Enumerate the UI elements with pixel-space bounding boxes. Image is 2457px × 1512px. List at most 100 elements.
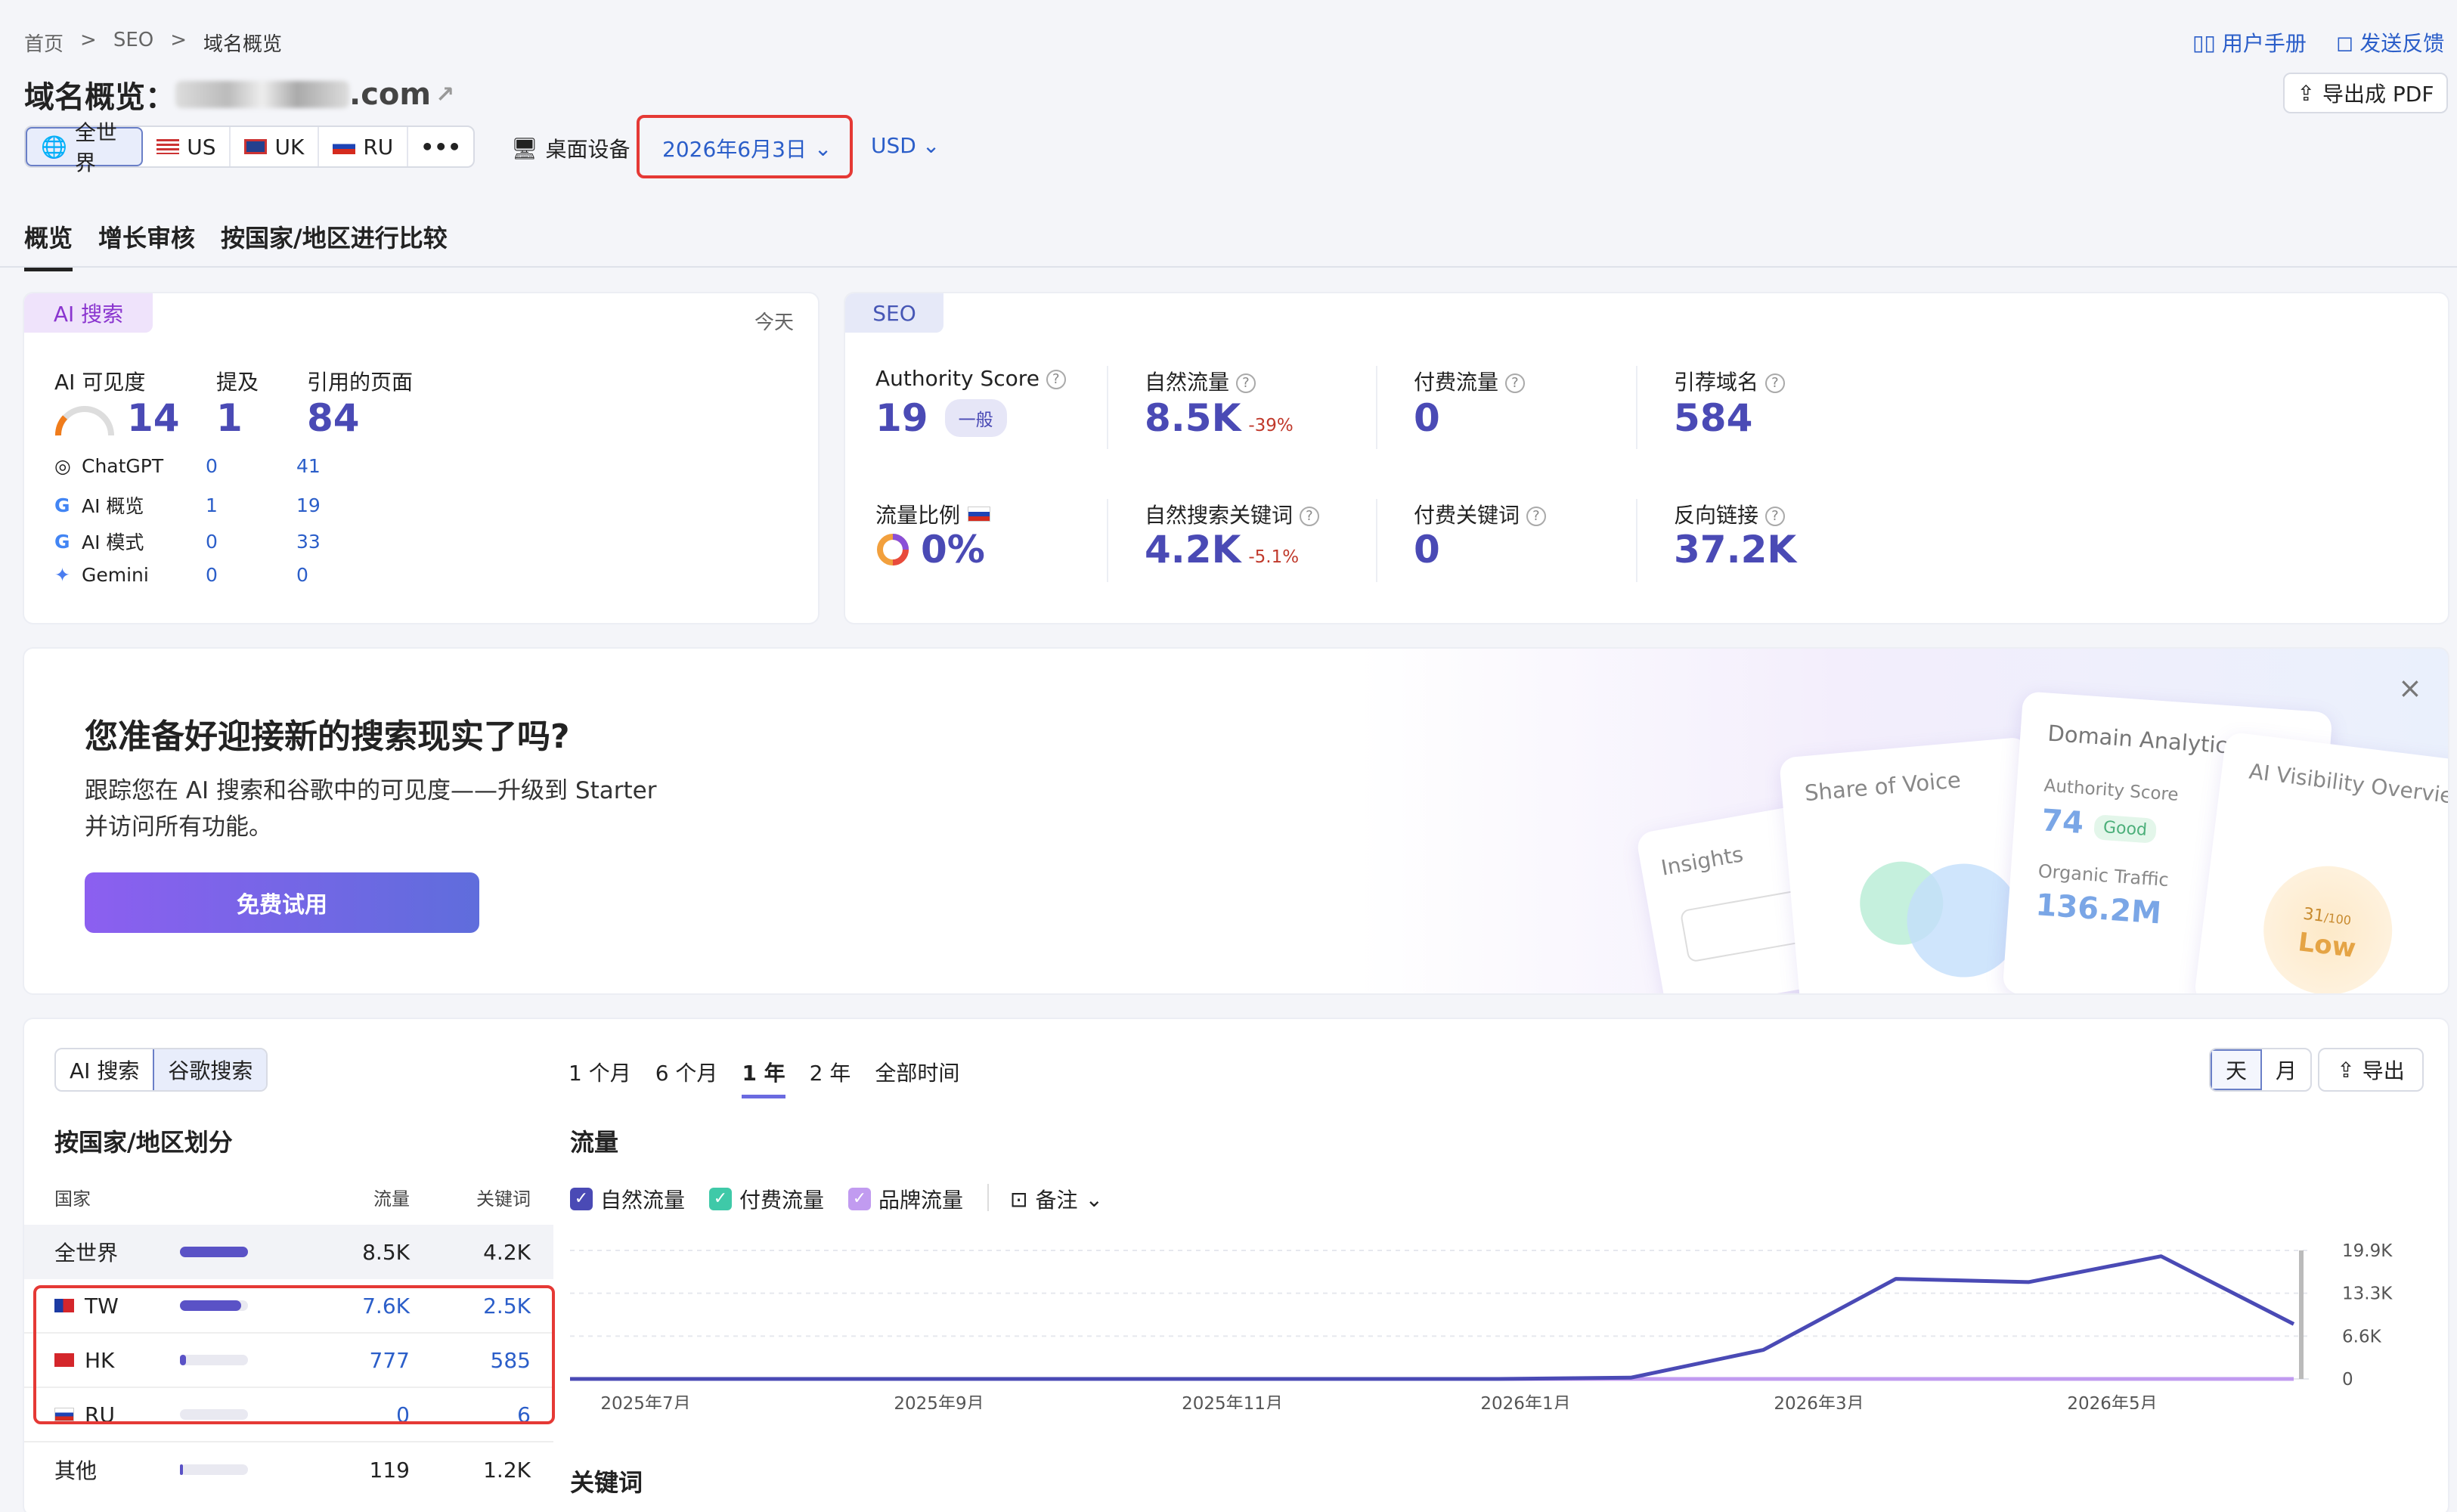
uk-flag-icon [244, 139, 268, 154]
organic-change: -39% [1248, 416, 1294, 435]
metric-divider [1107, 366, 1108, 449]
ai-search-badge: AI 搜索 [24, 293, 153, 333]
period-2y[interactable]: 2 年 [810, 1057, 851, 1098]
mentions-cell[interactable]: 1 [206, 494, 296, 516]
device-selector[interactable]: 🖥 桌面设备 [511, 133, 631, 163]
visibility-header: AI 可见度 [54, 370, 146, 395]
notes-dropdown[interactable]: ⊡ 备注 ⌄ [1010, 1184, 1103, 1214]
authority-label: Authority Score [2043, 776, 2180, 805]
cited-cell[interactable]: 19 [296, 494, 321, 516]
organic-keywords-label: 自然搜索关键词 ? [1145, 499, 1319, 529]
breadcrumb-seo[interactable]: SEO [113, 29, 153, 57]
tab-growth-audit[interactable]: 增长审核 [98, 219, 195, 271]
period-6m[interactable]: 6 个月 [655, 1057, 718, 1098]
ai-vis-gauge [2256, 858, 2400, 993]
checkbox-icon: ✓ [709, 1188, 732, 1210]
seo-badge: SEO [845, 293, 943, 333]
help-icon[interactable]: ? [1765, 507, 1785, 526]
help-icon[interactable]: ? [1046, 370, 1066, 389]
tab-overview[interactable]: 概览 [24, 219, 73, 271]
help-icon[interactable]: ? [1299, 507, 1319, 526]
region-ru[interactable]: RU [319, 127, 409, 166]
help-icon[interactable]: ? [1765, 373, 1785, 393]
cited-cell[interactable]: 0 [296, 564, 308, 586]
region-global[interactable]: 🌐 全世界 [26, 120, 144, 175]
paid-traffic-value[interactable]: 0 [1414, 396, 1440, 440]
period-1m[interactable]: 1 个月 [569, 1057, 631, 1098]
cited-pages-value[interactable]: 84 [307, 396, 360, 440]
mentions-cell[interactable]: 0 [206, 564, 296, 586]
help-icon[interactable]: ? [1235, 373, 1256, 393]
platform-row: G AI 模式 0 33 [54, 530, 321, 554]
granularity-day[interactable]: 天 [2211, 1049, 2263, 1090]
legend-branded[interactable]: ✓ 品牌流量 [848, 1184, 963, 1214]
organic-traffic-metric[interactable]: 8.5K -39% [1145, 396, 1294, 440]
cited-cell[interactable]: 41 [296, 455, 321, 477]
mentions-cell[interactable]: 0 [206, 531, 296, 553]
feedback-link[interactable]: ◻ 发送反馈 [2336, 27, 2444, 57]
period-1y[interactable]: 1 年 [742, 1057, 785, 1098]
metric-divider [1636, 366, 1637, 449]
google-icon: G [54, 530, 70, 553]
chevron-down-icon: ⌄ [1085, 1186, 1103, 1212]
close-icon[interactable]: × [2398, 671, 2422, 705]
more-regions-button[interactable]: ••• [408, 135, 473, 160]
table-row[interactable]: 全世界 8.5K 4.2K [24, 1225, 553, 1279]
highlight-box [33, 1285, 555, 1424]
traffic-share-label: 流量比例 [875, 499, 991, 529]
region-us[interactable]: US [143, 127, 231, 166]
mentions-cell[interactable]: 0 [206, 455, 296, 477]
paid-keywords-value[interactable]: 0 [1414, 528, 1440, 572]
x-tick-label: 2026年3月 [1774, 1394, 1864, 1409]
globe-icon: 🌐 [41, 134, 67, 160]
series-line-organic[interactable] [570, 1254, 2295, 1381]
tab-google-search[interactable]: 谷歌搜索 [153, 1049, 267, 1090]
chevron-right-icon: > [170, 29, 187, 51]
mentions-value[interactable]: 1 [216, 396, 243, 440]
period-all[interactable]: 全部时间 [875, 1057, 959, 1098]
google-icon: G [54, 494, 70, 516]
granularity-month[interactable]: 月 [2262, 1049, 2310, 1090]
legend-paid[interactable]: ✓ 付费流量 [709, 1184, 824, 1214]
ru-flag-icon [333, 139, 356, 154]
free-trial-button[interactable]: 免费试用 [85, 872, 479, 933]
gemini-icon: ✦ [54, 564, 70, 586]
currency-selector[interactable]: USD ⌄ [871, 133, 940, 158]
x-tick-label: 2026年1月 [1480, 1394, 1570, 1409]
divider [0, 266, 2457, 268]
region-uk[interactable]: UK [231, 127, 320, 166]
granularity-toggle: 天 月 [2209, 1048, 2313, 1092]
platform-row: ✦ Gemini 0 0 [54, 564, 308, 586]
organic-keywords-metric[interactable]: 4.2K -5.1% [1145, 528, 1299, 572]
export-button[interactable]: ⇪ 导出 [2318, 1048, 2424, 1092]
domain-blurred [175, 81, 349, 108]
breadcrumb-home[interactable]: 首页 [24, 29, 64, 57]
export-pdf-button[interactable]: ⇪ 导出成 PDF [2283, 73, 2448, 113]
organic-keywords-change: -5.1% [1248, 547, 1300, 567]
authority-metric: 19 一般 [875, 396, 1007, 440]
backlinks-value[interactable]: 37.2K [1674, 528, 1796, 572]
cited-cell[interactable]: 33 [296, 531, 321, 553]
organic-traffic-label: 自然流量 ? [1145, 366, 1256, 396]
tab-country-compare[interactable]: 按国家/地区进行比较 [221, 219, 448, 271]
cited-pages-header: 引用的页面 [307, 370, 414, 395]
ai-vis-score-max: /100 [2323, 910, 2353, 928]
help-icon[interactable]: ? [1526, 507, 1546, 526]
metric-divider [1376, 366, 1377, 449]
table-row[interactable]: 其他 119 1.2K [24, 1442, 553, 1497]
legend-organic[interactable]: ✓ 自然流量 [570, 1184, 685, 1214]
platform-row: ◎ ChatGPT 0 41 [54, 455, 321, 477]
external-link-icon[interactable]: ↗ [435, 82, 454, 108]
referring-domains-value[interactable]: 584 [1674, 396, 1752, 440]
paid-traffic-label: 付费流量 ? [1414, 366, 1525, 396]
tab-ai-search[interactable]: AI 搜索 [56, 1049, 153, 1090]
region-selector: 🌐 全世界 US UK RU ••• [24, 120, 475, 175]
user-manual-link[interactable]: ▯▯ 用户手册 [2192, 27, 2307, 57]
ai-vis-score: 31 [2302, 904, 2325, 926]
metric-divider [1376, 499, 1377, 582]
x-tick-label: 2025年7月 [600, 1394, 690, 1409]
promo-banner: 您准备好迎接新的搜索现实了吗? 跟踪您在 AI 搜索和谷歌中的可见度——升级到 … [23, 647, 2449, 995]
organic-keywords-value: 4.2K [1145, 528, 1241, 572]
keywords-title: 关键词 [570, 1468, 643, 1497]
help-icon[interactable]: ? [1504, 373, 1525, 393]
